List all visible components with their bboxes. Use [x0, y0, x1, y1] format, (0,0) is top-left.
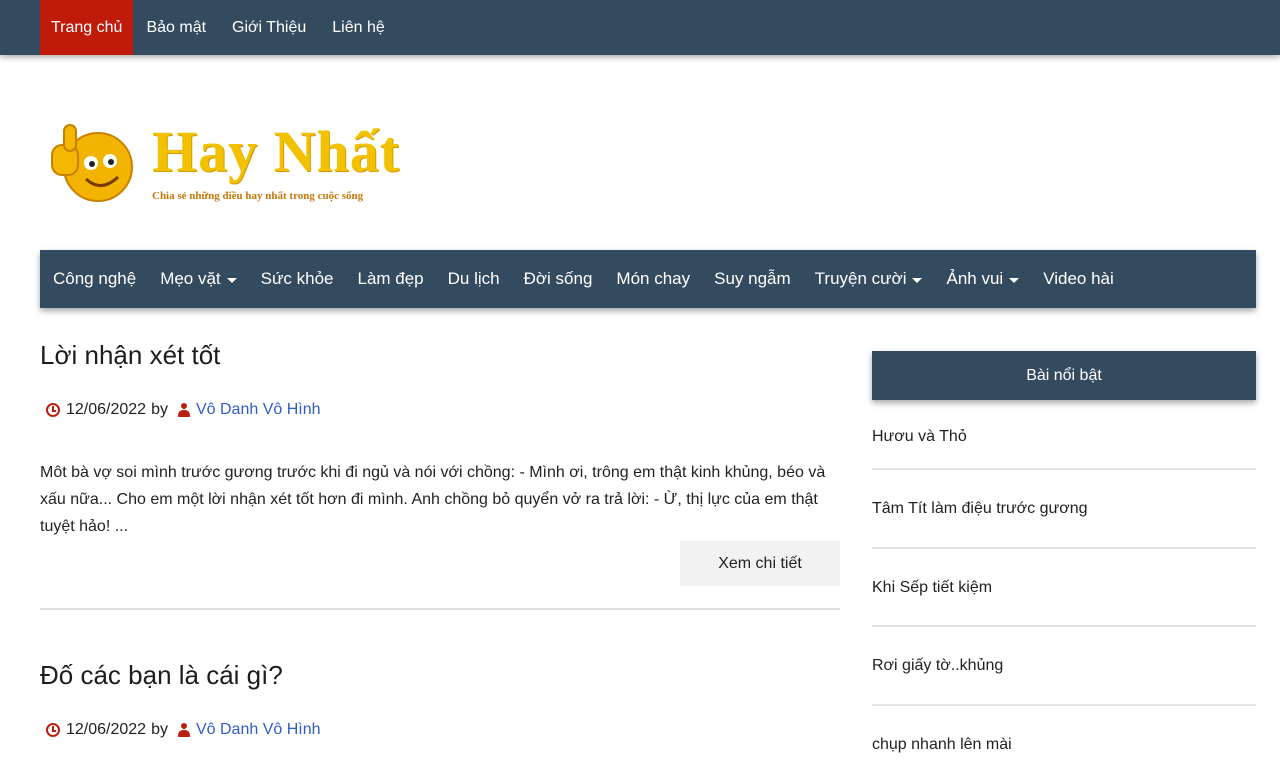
sidebar: Bài nổi bật Hươu và Thỏ Tâm Tít làm điệu…	[872, 351, 1256, 784]
featured-list: Hươu và Thỏ Tâm Tít làm điệu trước gương…	[872, 400, 1256, 784]
nav-label: Công nghệ	[53, 269, 136, 289]
nav-item-video-hai[interactable]: Video hài	[1030, 250, 1125, 308]
clock-icon	[46, 403, 60, 417]
user-icon	[178, 723, 190, 737]
caret-down-icon	[227, 278, 237, 283]
top-nav-security[interactable]: Bảo mật	[133, 0, 219, 55]
nav-label: Ảnh vui	[946, 269, 1003, 289]
post-item: Lời nhận xét tốt 12/06/2022 by Vô Danh V…	[40, 340, 840, 610]
featured-item[interactable]: Hươu và Thỏ	[872, 400, 1256, 470]
logo-tagline: Chia sẻ những điều hay nhất trong cuộc s…	[152, 190, 363, 202]
top-nav-contact[interactable]: Liên hệ	[319, 0, 398, 55]
featured-item[interactable]: Khi Sếp tiết kiệm	[872, 549, 1256, 628]
post-item: Đố các bạn là cái gì? 12/06/2022 by Vô D…	[40, 660, 840, 739]
post-meta: 12/06/2022 by Vô Danh Vô Hình	[40, 721, 840, 739]
nav-label: Đời sống	[524, 269, 593, 289]
nav-item-truyen-cuoi[interactable]: Truyện cười	[802, 250, 934, 308]
post-date: 12/06/2022	[66, 721, 146, 739]
featured-item[interactable]: Rơi giấy tờ..khủng	[872, 627, 1256, 706]
nav-item-meo-vat[interactable]: Mẹo vặt	[147, 250, 247, 308]
user-icon	[178, 403, 190, 417]
nav-item-suc-khoe[interactable]: Sức khỏe	[248, 250, 345, 308]
nav-label: Truyện cười	[815, 269, 907, 289]
featured-item[interactable]: chụp nhanh lên mài	[872, 706, 1256, 784]
caret-down-icon	[912, 278, 922, 283]
post-by: by	[151, 401, 168, 419]
post-title[interactable]: Lời nhận xét tốt	[40, 340, 840, 371]
nav-label: Làm đẹp	[357, 269, 423, 289]
site-logo[interactable]: Hay Nhất Chia sẻ những điều hay nhất tro…	[46, 110, 446, 220]
nav-item-du-lich[interactable]: Du lịch	[435, 250, 511, 308]
caret-down-icon	[1009, 278, 1019, 283]
sidebar-widget-title: Bài nổi bật	[872, 351, 1256, 400]
main-nav: Công nghệ Mẹo vặt Sức khỏe Làm đẹp Du lị…	[40, 250, 1256, 308]
top-nav: Trang chủ Bảo mật Giới Thiệu Liên hệ	[40, 0, 398, 55]
post-meta: 12/06/2022 by Vô Danh Vô Hình	[40, 401, 840, 419]
nav-label: Món chay	[616, 269, 690, 289]
top-nav-about[interactable]: Giới Thiệu	[219, 0, 319, 55]
nav-label: Suy ngẫm	[714, 269, 791, 289]
nav-label: Mẹo vặt	[160, 269, 220, 289]
nav-label: Video hài	[1043, 269, 1114, 289]
logo-title: Hay Nhất	[152, 118, 400, 185]
post-by: by	[151, 721, 168, 739]
nav-item-suy-ngam[interactable]: Suy ngẫm	[701, 250, 802, 308]
post-author-link[interactable]: Vô Danh Vô Hình	[196, 401, 321, 419]
main-content: Lời nhận xét tốt 12/06/2022 by Vô Danh V…	[40, 340, 840, 610]
post-divider	[40, 608, 840, 610]
post-excerpt: Môt bà vợ soi mình trước gương trước khi…	[40, 459, 840, 540]
post-author-link[interactable]: Vô Danh Vô Hình	[196, 721, 321, 739]
nav-label: Sức khỏe	[261, 269, 334, 289]
nav-item-mon-chay[interactable]: Món chay	[603, 250, 701, 308]
top-bar: Trang chủ Bảo mật Giới Thiệu Liên hệ	[0, 0, 1280, 55]
clock-icon	[46, 723, 60, 737]
top-nav-home[interactable]: Trang chủ	[40, 0, 133, 55]
nav-label: Du lịch	[448, 269, 500, 289]
nav-item-lam-dep[interactable]: Làm đẹp	[344, 250, 434, 308]
read-more-button[interactable]: Xem chi tiết	[680, 541, 840, 586]
featured-item[interactable]: Tâm Tít làm điệu trước gương	[872, 470, 1256, 549]
nav-item-doi-song[interactable]: Đời sống	[511, 250, 604, 308]
post-date: 12/06/2022	[66, 401, 146, 419]
nav-item-anh-vui[interactable]: Ảnh vui	[933, 250, 1030, 308]
nav-item-cong-nghe[interactable]: Công nghệ	[40, 250, 147, 308]
post-title[interactable]: Đố các bạn là cái gì?	[40, 660, 840, 691]
thumbs-up-smiley-icon	[46, 115, 141, 210]
